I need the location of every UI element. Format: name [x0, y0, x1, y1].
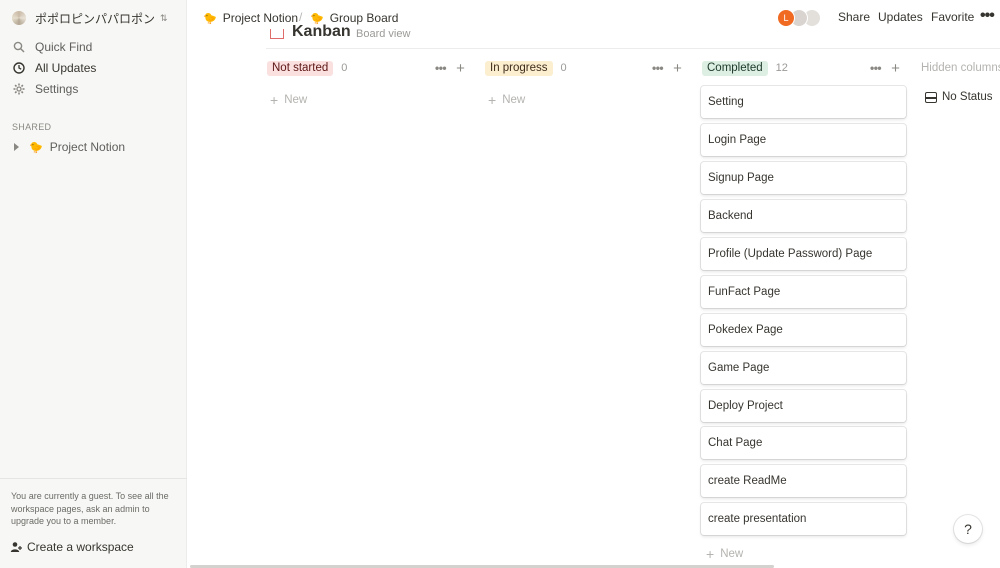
create-workspace-label: Create a workspace — [27, 540, 134, 554]
board-card[interactable]: Chat Page — [701, 427, 906, 459]
board-card[interactable]: Signup Page — [701, 162, 906, 194]
page-icon — [270, 29, 284, 39]
shared-section-label: SHARED — [12, 122, 52, 132]
sidebar-item-label: Settings — [35, 82, 79, 96]
updates-button[interactable]: Updates — [878, 10, 923, 24]
guest-note: You are currently a guest. To see all th… — [11, 491, 169, 526]
search-icon — [12, 40, 26, 54]
new-card-button[interactable]: + New — [488, 92, 525, 108]
column-actions: ••• + — [652, 58, 682, 78]
column-actions: ••• + — [870, 58, 900, 78]
plus-icon: + — [270, 92, 279, 108]
inbox-icon — [925, 91, 937, 103]
sidebar-item-settings[interactable]: Settings — [12, 79, 182, 99]
new-card-label: New — [502, 94, 526, 106]
board-card[interactable]: create ReadMe — [701, 465, 906, 497]
plus-icon[interactable]: + — [456, 60, 465, 77]
board-card[interactable]: Login Page — [701, 124, 906, 156]
avatar-group[interactable]: L — [777, 9, 823, 27]
column-count: 0 — [341, 62, 348, 74]
status-badge: In progress — [485, 60, 553, 76]
board-column-in-progress: In progress 0 ••• + — [485, 58, 685, 78]
sidebar-item-quick-find[interactable]: Quick Find — [12, 37, 182, 57]
board-card[interactable]: Backend — [701, 200, 906, 232]
create-workspace-button[interactable]: Create a workspace — [10, 539, 134, 555]
new-card-label: New — [720, 548, 744, 560]
new-card-button[interactable]: + New — [706, 546, 743, 562]
page-title-area: Kanban Board view — [270, 22, 470, 40]
board-column-completed: Completed 12 ••• + — [702, 58, 907, 78]
board-card[interactable]: Game Page — [701, 352, 906, 384]
board-card[interactable]: create presentation — [701, 503, 906, 535]
plus-icon: + — [488, 92, 497, 108]
more-icon[interactable]: ••• — [435, 61, 447, 75]
sidebar-item-label: Quick Find — [35, 40, 93, 54]
new-card-button[interactable]: + New — [270, 92, 307, 108]
board-card[interactable]: Deploy Project — [701, 390, 906, 422]
share-button[interactable]: Share — [838, 10, 870, 24]
view-selector[interactable]: Board view — [356, 28, 410, 40]
clock-icon — [12, 61, 26, 75]
sidebar-item-label: All Updates — [35, 61, 97, 75]
gear-icon — [12, 82, 26, 96]
sidebar-item-label: Project Notion — [49, 140, 126, 154]
column-count: 0 — [560, 62, 567, 74]
help-button[interactable]: ? — [954, 515, 982, 543]
caret-right-icon[interactable] — [14, 143, 19, 151]
workspace-name: ポポロピンパパロポン — [35, 11, 156, 26]
plus-icon[interactable]: + — [891, 60, 900, 77]
more-options-icon[interactable]: ••• — [980, 7, 995, 25]
avatar: L — [777, 9, 795, 27]
status-badge: Completed — [702, 60, 768, 76]
column-actions: ••• + — [435, 58, 465, 78]
hidden-column-label: No Status — [942, 91, 993, 103]
more-icon[interactable]: ••• — [870, 61, 882, 75]
board-card[interactable]: Setting — [701, 86, 906, 118]
sidebar-item-all-updates[interactable]: All Updates — [12, 58, 182, 78]
hidden-column-no-status[interactable]: No Status — [925, 89, 993, 105]
column-count: 12 — [775, 62, 788, 74]
new-card-label: New — [284, 94, 308, 106]
workspace-logo — [12, 11, 26, 25]
chick-icon: 🐤 — [29, 141, 43, 154]
board-card[interactable]: Profile (Update Password) Page — [701, 238, 906, 270]
board-column-not-started: Not started 0 ••• + — [267, 58, 467, 78]
sidebar: ポポロピンパパロポン ⇅ Quick Find All Updates Sett… — [0, 0, 187, 568]
chevron-updown-icon: ⇅ — [160, 12, 168, 23]
page-title[interactable]: Kanban — [292, 23, 351, 40]
board-card[interactable]: FunFact Page — [701, 276, 906, 308]
more-icon[interactable]: ••• — [652, 61, 664, 75]
workspace-switcher[interactable]: ポポロピンパパロポン ⇅ — [12, 9, 168, 27]
hidden-columns-label: Hidden columns — [921, 62, 1000, 74]
sidebar-footer: You are currently a guest. To see all th… — [0, 478, 187, 568]
plus-icon: + — [706, 546, 715, 562]
user-plus-icon — [10, 540, 22, 554]
divider — [266, 48, 1000, 49]
chick-icon: 🐤 — [203, 12, 217, 25]
plus-icon[interactable]: + — [673, 60, 682, 77]
status-badge: Not started — [267, 60, 334, 76]
sidebar-item-project-notion[interactable]: 🐤 Project Notion — [14, 138, 125, 156]
favorite-button[interactable]: Favorite — [931, 10, 974, 24]
board-card[interactable]: Pokedex Page — [701, 314, 906, 346]
